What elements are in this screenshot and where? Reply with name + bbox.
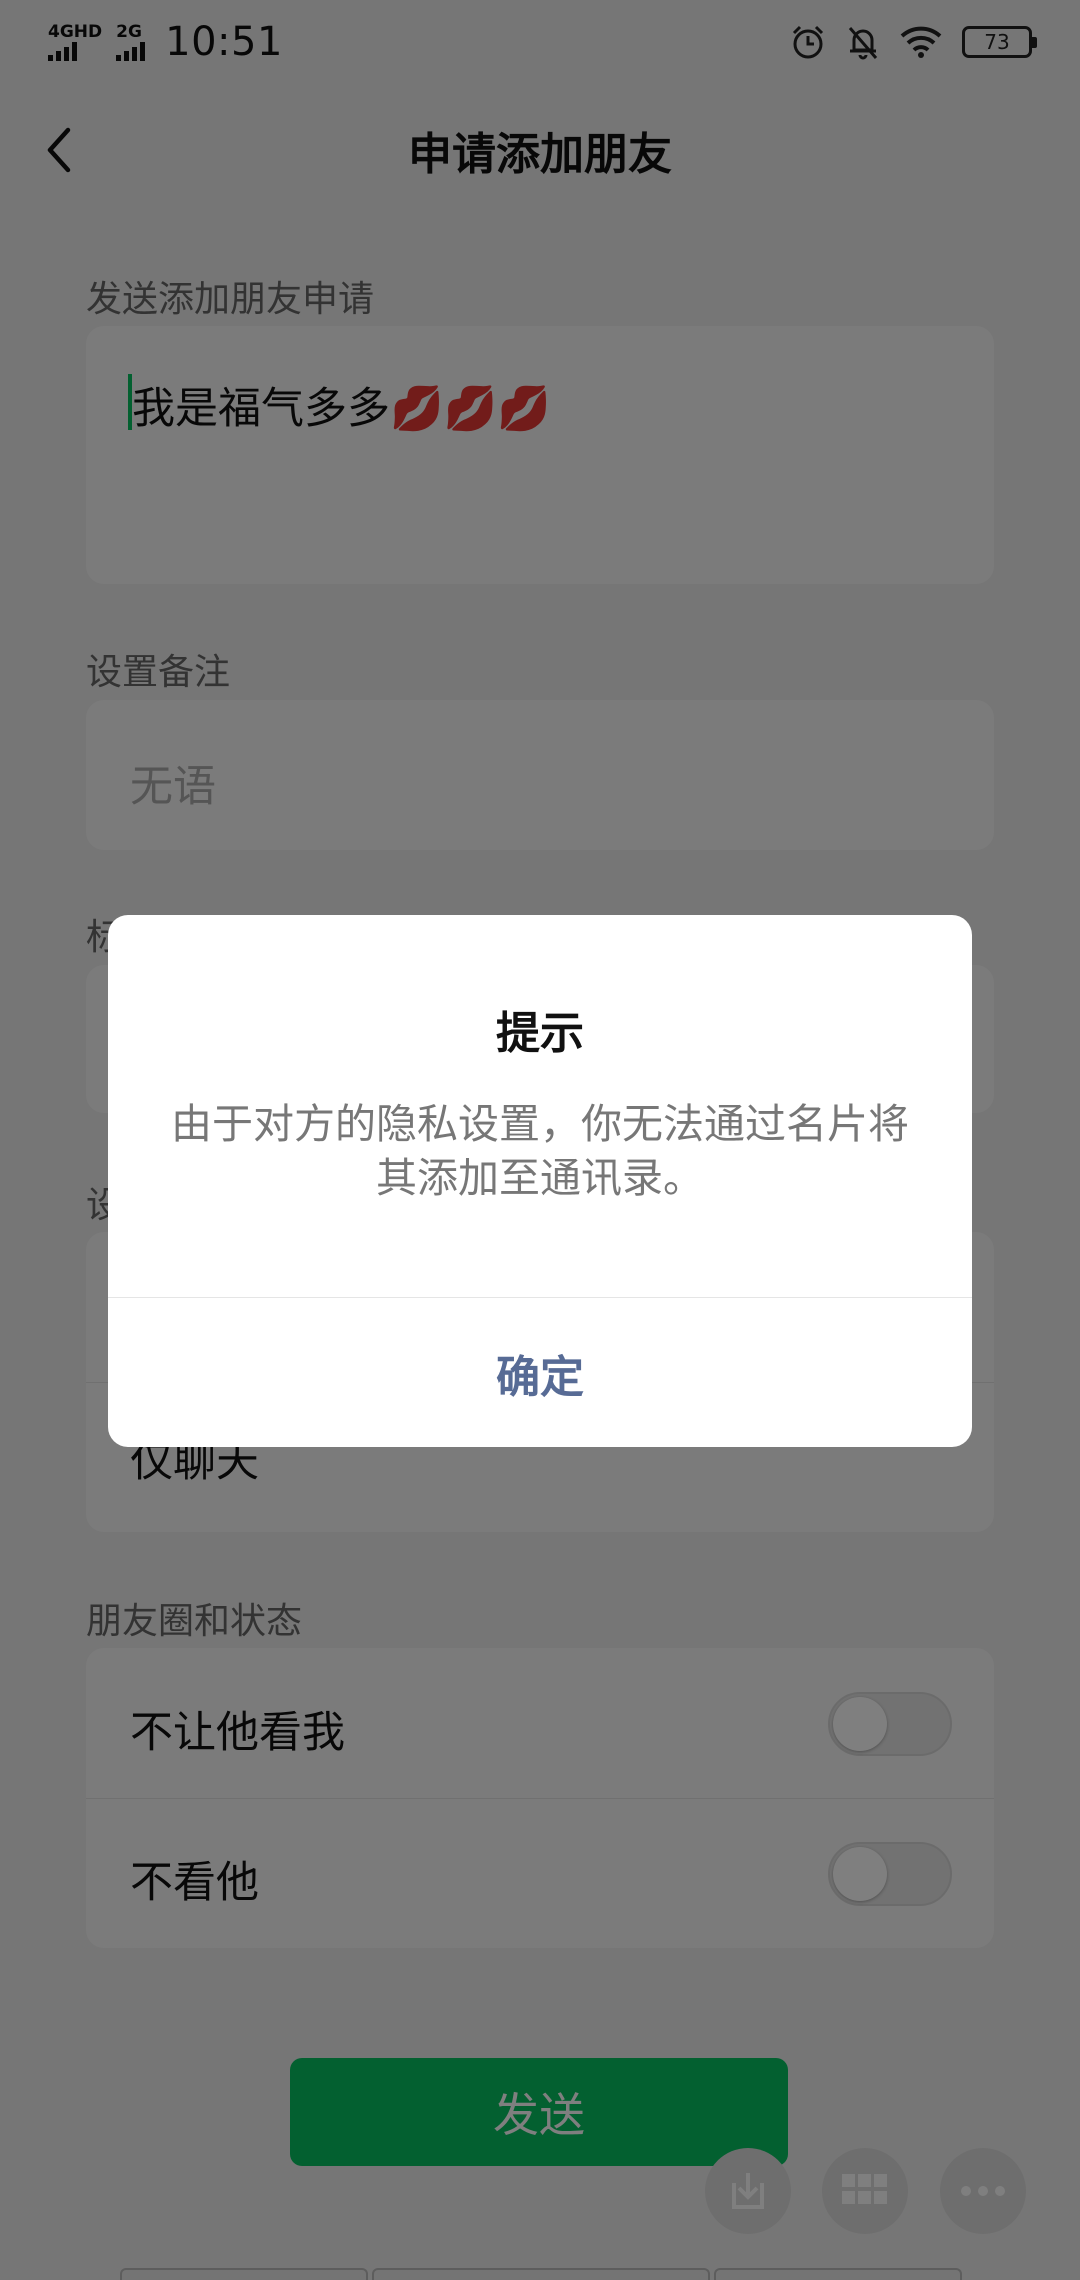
dialog-confirm-button[interactable]: 确定 — [108, 1298, 972, 1447]
dialog-message: 由于对方的隐私设置，你无法通过名片将其添加至通讯录。 — [171, 1100, 909, 1202]
alert-dialog: 提示 由于对方的隐私设置，你无法通过名片将其添加至通讯录。 确定 — [108, 915, 972, 1447]
dialog-title: 提示 — [496, 1008, 584, 1059]
